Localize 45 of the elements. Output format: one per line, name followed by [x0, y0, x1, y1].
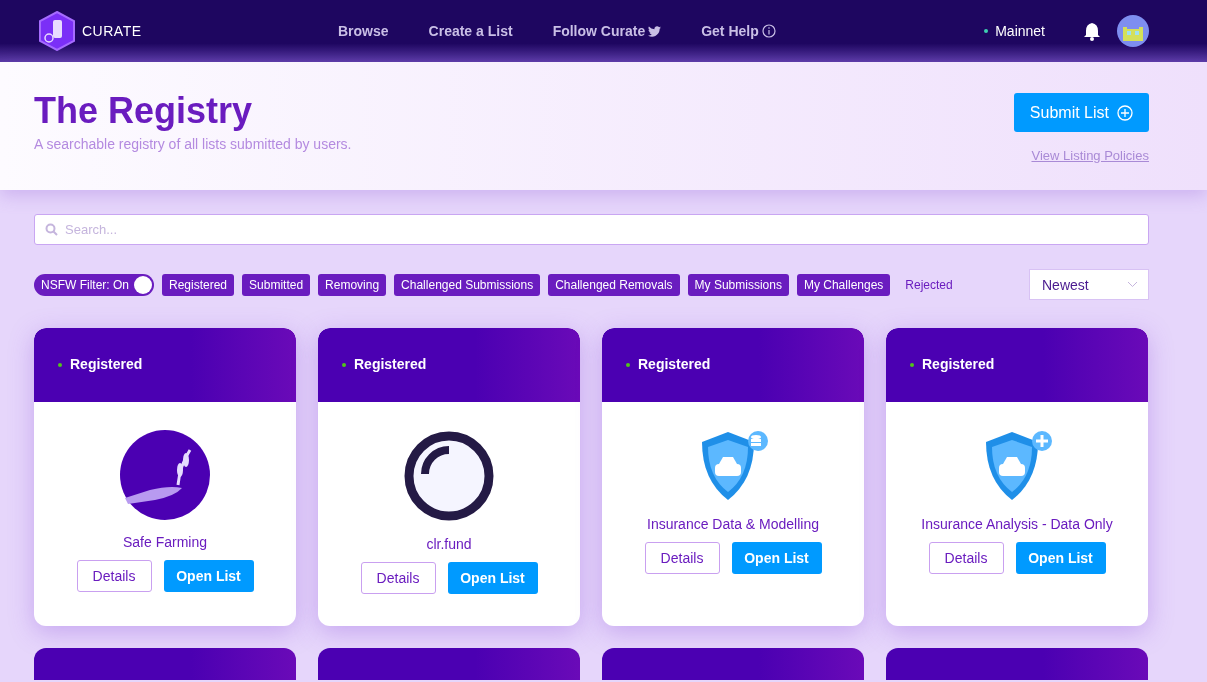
- details-button[interactable]: Details: [76, 560, 152, 592]
- filter-chip[interactable]: Rejected: [898, 273, 960, 296]
- hand-plant-icon: [120, 430, 210, 520]
- network-label[interactable]: Mainnet: [984, 23, 1045, 39]
- nav-link[interactable]: Create a List: [428, 23, 513, 39]
- logo-icon: [38, 11, 76, 51]
- filter-chip[interactable]: My Submissions: [687, 273, 789, 296]
- filter-chip[interactable]: My Challenges: [796, 273, 891, 296]
- details-button[interactable]: Details: [644, 542, 720, 574]
- nav-link[interactable]: Browse: [338, 23, 389, 39]
- status-label: Registered: [354, 356, 427, 372]
- bell-icon[interactable]: [1083, 21, 1101, 41]
- status-dot: [910, 363, 914, 367]
- status-dot: [626, 363, 630, 367]
- filter-chip[interactable]: Challenged Submissions: [394, 273, 541, 296]
- chevron-icon: [1127, 281, 1138, 288]
- filter-chip[interactable]: Registered: [162, 273, 235, 296]
- search-field[interactable]: Search...: [34, 214, 1149, 245]
- list-name: Insurance Data & Modelling: [647, 516, 819, 532]
- bird-icon: [648, 25, 662, 37]
- brand-name: CURATE: [82, 23, 142, 39]
- list-name: Insurance Analysis - Data Only: [921, 516, 1113, 532]
- details-button[interactable]: Details: [360, 562, 436, 594]
- ring-icon: [403, 430, 495, 522]
- page-subtitle: A searchable registry of all lists submitted by users.: [34, 136, 352, 152]
- info-icon: [761, 24, 776, 38]
- status-label: Registered: [638, 356, 711, 372]
- filter-chip[interactable]: Removing: [318, 273, 387, 296]
- status-label: Registered: [922, 356, 995, 372]
- avatar[interactable]: [1117, 15, 1149, 47]
- page-title: The Registry: [34, 90, 254, 132]
- status-dot: [58, 363, 62, 367]
- list-name: Safe Farming: [122, 534, 207, 550]
- status-label: Registered: [70, 356, 143, 372]
- nav-link[interactable]: Follow Curate: [552, 23, 662, 39]
- list-name: clr.fund: [426, 536, 472, 552]
- details-button[interactable]: Details: [928, 542, 1004, 574]
- sort-select[interactable]: Newest: [1029, 269, 1149, 300]
- nav-link[interactable]: Get Help: [701, 23, 776, 39]
- search-icon: [45, 223, 58, 236]
- nsfw-toggle[interactable]: NSFW Filter: On: [34, 273, 154, 296]
- plus-circle-icon: [1117, 104, 1133, 121]
- status-dot: [342, 363, 346, 367]
- filter-chip[interactable]: Submitted: [242, 273, 311, 296]
- filter-chip[interactable]: Challenged Removals: [548, 273, 680, 296]
